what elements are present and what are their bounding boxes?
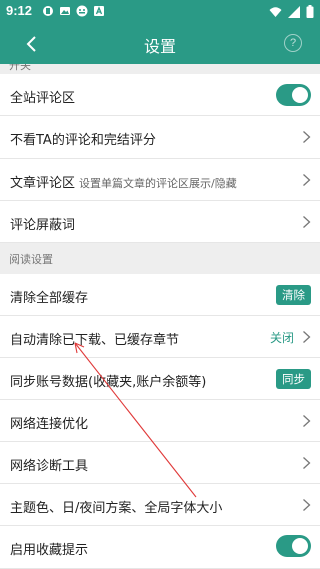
row-label: 文章评论区 设置单篇文章的评论区展示/隐藏 xyxy=(10,172,237,191)
chevron-right-icon xyxy=(303,415,311,427)
chevron-right-icon xyxy=(303,216,311,228)
row-label: 主题色、日/夜间方案、全局字体大小 xyxy=(10,501,223,516)
section-header-label: 开关 xyxy=(9,64,31,72)
row-label: 自动清除已下载、已缓存章节 xyxy=(10,333,180,348)
row-hide-ta[interactable]: 不看TA的评论和完结评分 xyxy=(0,116,320,159)
section-header-reading: 阅读设置 xyxy=(0,243,320,274)
help-icon[interactable]: ? xyxy=(284,34,302,52)
row-label: 全站评论区 xyxy=(10,91,76,106)
row-site-comments[interactable]: 全站评论区 xyxy=(0,74,320,116)
row-label: 启用收藏提示 xyxy=(10,543,89,558)
battery-icon xyxy=(306,5,314,18)
row-network-opt[interactable]: 网络连接优化 xyxy=(0,400,320,442)
row-label: 网络诊断工具 xyxy=(10,459,89,474)
image-icon xyxy=(60,7,70,15)
status-bar: 9:12 xyxy=(0,0,320,24)
status-right xyxy=(269,5,314,18)
section-header-switches: 开关 xyxy=(0,64,320,74)
app-bar: 设置 ? xyxy=(0,24,320,64)
chevron-right-icon xyxy=(303,499,311,511)
fav-hint-toggle[interactable] xyxy=(276,535,311,557)
row-label: 不看TA的评论和完结评分 xyxy=(10,133,156,148)
row-fav-hint[interactable]: 启用收藏提示 xyxy=(0,526,320,569)
clear-cache-button[interactable]: 清除 xyxy=(276,285,311,305)
row-label: 同步账号数据(收藏夹,账户余额等) xyxy=(10,375,207,390)
row-article-comments[interactable]: 文章评论区 设置单篇文章的评论区展示/隐藏 xyxy=(0,159,320,201)
chevron-right-icon xyxy=(303,331,311,343)
notification-icon xyxy=(76,5,88,17)
chevron-right-icon xyxy=(303,457,311,469)
sync-button[interactable]: 同步 xyxy=(276,369,311,389)
page-title: 设置 xyxy=(143,37,176,56)
row-network-diag[interactable]: 网络诊断工具 xyxy=(0,442,320,484)
row-label: 评论屏蔽词 xyxy=(10,218,76,233)
auto-clear-status: 关闭 xyxy=(269,331,294,345)
site-comments-toggle[interactable] xyxy=(276,84,311,106)
row-comment-block[interactable]: 评论屏蔽词 xyxy=(0,201,320,243)
row-clear-cache: 清除全部缓存 清除 xyxy=(0,274,320,316)
row-label: 清除全部缓存 xyxy=(10,291,89,306)
row-auto-clear[interactable]: 自动清除已下载、已缓存章节 关闭 xyxy=(0,316,320,358)
row-sublabel: 设置单篇文章的评论区展示/隐藏 xyxy=(79,177,237,190)
status-time: 9:12 xyxy=(6,3,33,18)
status-icons xyxy=(42,5,105,17)
signal-icon xyxy=(288,5,300,18)
badge-icon xyxy=(43,6,53,16)
chevron-right-icon xyxy=(303,131,311,143)
wifi-icon xyxy=(269,6,282,17)
text-icon xyxy=(94,6,104,16)
row-label: 网络连接优化 xyxy=(10,417,89,432)
row-theme[interactable]: 主题色、日/夜间方案、全局字体大小 xyxy=(0,484,320,526)
section-header-label: 阅读设置 xyxy=(9,253,53,266)
chevron-right-icon xyxy=(303,174,311,186)
row-label-main: 文章评论区 xyxy=(10,176,76,191)
row-sync-account: 同步账号数据(收藏夹,账户余额等) 同步 xyxy=(0,358,320,400)
